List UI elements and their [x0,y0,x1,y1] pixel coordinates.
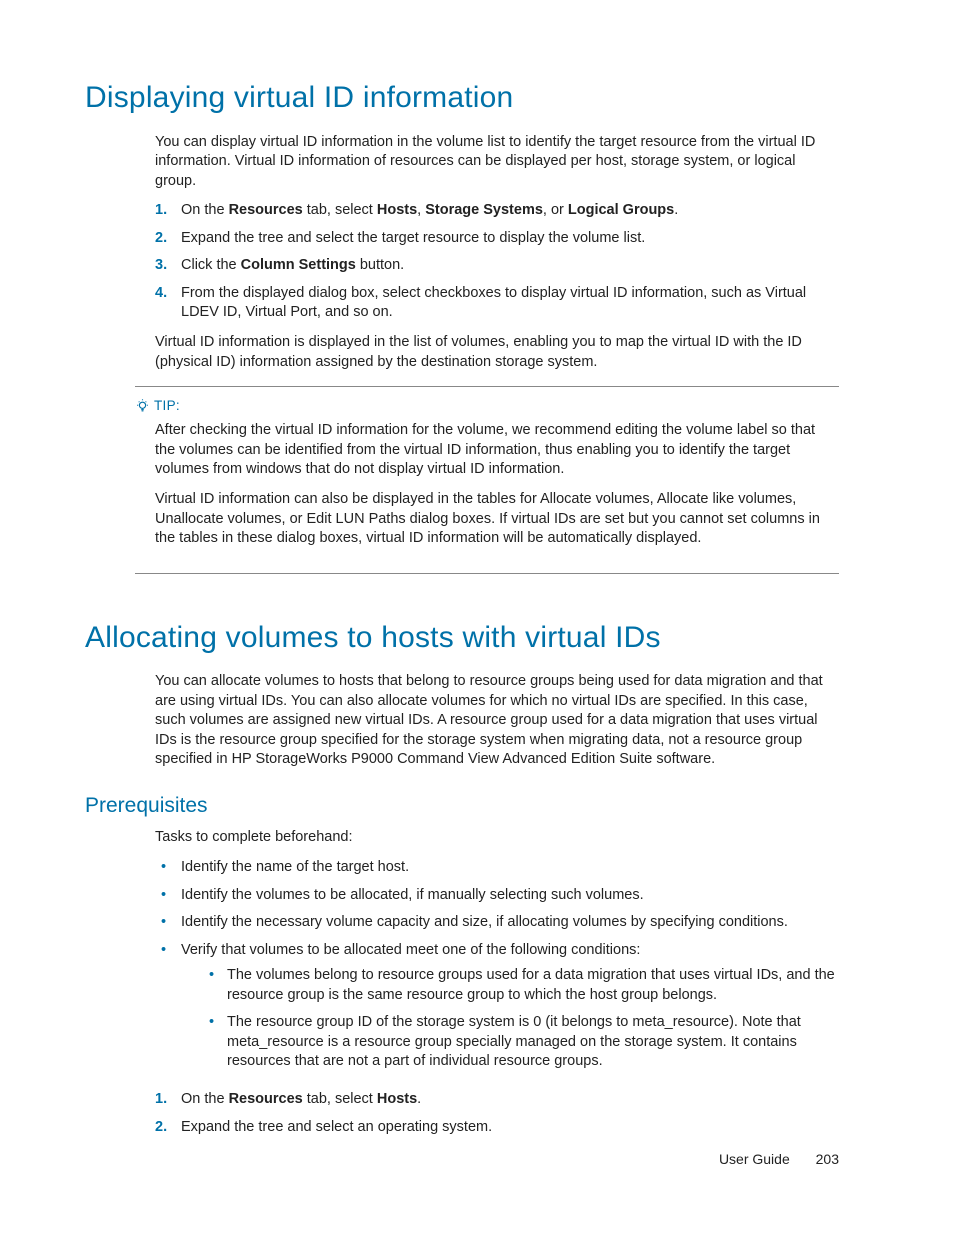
page-number: 203 [816,1151,839,1167]
bold-hosts: Hosts [377,202,417,218]
text: On the [181,1091,229,1107]
bold-logical-groups: Logical Groups [568,202,674,218]
intro-paragraph-2: You can allocate volumes to hosts that b… [155,672,839,770]
text: tab, select [303,202,377,218]
list-item: The volumes belong to resource groups us… [205,966,839,1005]
text: On the [181,202,229,218]
tip-label: TIP: [154,397,180,415]
text: . [417,1091,421,1107]
step-1: 1. On the Resources tab, select Hosts, S… [155,201,839,221]
prereq-lead: Tasks to complete beforehand: [155,828,839,848]
text: The resource group ID of the storage sys… [227,1013,839,1072]
bold-resources: Resources [229,202,303,218]
text: Identify the name of the target host. [181,858,839,878]
step-number: 3. [155,256,181,276]
text: Identify the volumes to be allocated, if… [181,886,839,906]
procedure-list-2: 1. On the Resources tab, select Hosts. 2… [155,1090,839,1137]
bold-hosts: Hosts [377,1091,417,1107]
step-number: 1. [155,201,181,221]
text: Verify that volumes to be allocated meet… [181,942,640,958]
footer-label: User Guide [719,1151,790,1167]
step-number: 1. [155,1090,181,1110]
section-title-displaying: Displaying virtual ID information [85,78,839,119]
bold-storage-systems: Storage Systems [425,202,543,218]
step-3: 3. Click the Column Settings button. [155,256,839,276]
list-item: The resource group ID of the storage sys… [205,1013,839,1072]
text: . [674,202,678,218]
step-2: 2. Expand the tree and select the target… [155,229,839,249]
step-number: 4. [155,284,181,323]
bold-resources: Resources [229,1091,303,1107]
text: tab, select [303,1091,377,1107]
bold-column-settings: Column Settings [241,257,356,273]
intro-paragraph: You can display virtual ID information i… [155,133,839,192]
prerequisites-heading: Prerequisites [85,792,839,820]
lightbulb-icon [135,399,150,414]
text: , or [543,202,568,218]
list-item: Verify that volumes to be allocated meet… [155,941,839,1080]
after-paragraph: Virtual ID information is displayed in t… [155,333,839,372]
step-4: 4. From the displayed dialog box, select… [155,284,839,323]
text: button. [356,257,404,273]
step-1: 1. On the Resources tab, select Hosts. [155,1090,839,1110]
section-title-allocating: Allocating volumes to hosts with virtual… [85,618,839,659]
step-number: 2. [155,1118,181,1138]
procedure-list: 1. On the Resources tab, select Hosts, S… [155,201,839,323]
text: The volumes belong to resource groups us… [227,966,839,1005]
list-item: Identify the name of the target host. [155,858,839,878]
list-item: Identify the necessary volume capacity a… [155,913,839,933]
text: From the displayed dialog box, select ch… [181,284,839,323]
text: Click the [181,257,241,273]
text: Expand the tree and select an operating … [181,1118,839,1138]
nested-list: The volumes belong to resource groups us… [205,966,839,1072]
text: Expand the tree and select the target re… [181,229,839,249]
step-2: 2. Expand the tree and select an operati… [155,1118,839,1138]
tip-paragraph-2: Virtual ID information can also be displ… [155,490,839,549]
text: Identify the necessary volume capacity a… [181,913,839,933]
step-number: 2. [155,229,181,249]
page-footer: User Guide 203 [719,1150,839,1169]
tip-paragraph-1: After checking the virtual ID informatio… [155,421,839,480]
list-item: Identify the volumes to be allocated, if… [155,886,839,906]
tip-block: TIP: After checking the virtual ID infor… [135,386,839,574]
prereq-list: Identify the name of the target host. Id… [155,858,839,1080]
